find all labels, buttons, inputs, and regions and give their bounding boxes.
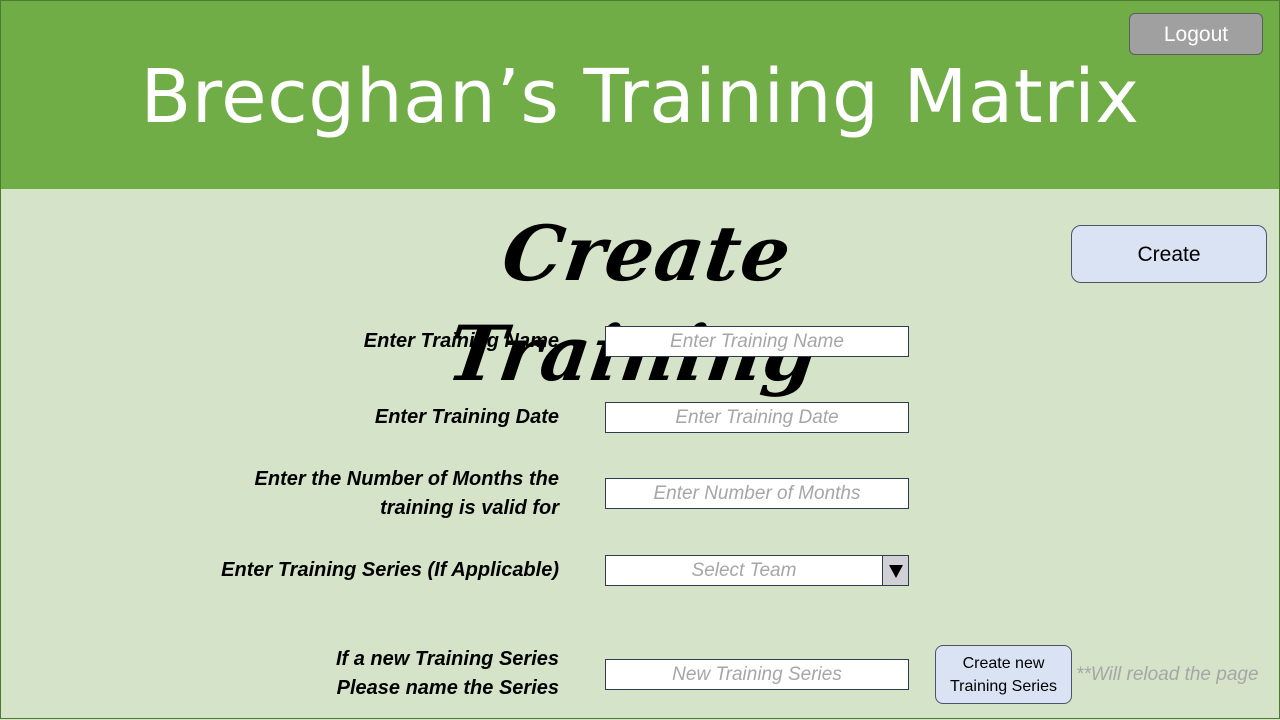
training-series-selected: Select Team: [691, 560, 797, 581]
app-title: Brecghan’s Training Matrix: [140, 54, 1140, 140]
page-title: Create Training: [442, 209, 824, 398]
training-date-label: Enter Training Date: [374, 406, 559, 428]
create-new-series-button[interactable]: Create new Training Series: [935, 645, 1072, 704]
create-new-series-button-line1: Create new: [962, 655, 1045, 672]
training-name-label: Enter Training Name: [363, 330, 559, 352]
dropdown-arrow-button[interactable]: [882, 556, 908, 585]
new-series-label: If a new Training Series Please name the…: [150, 645, 559, 703]
training-date-input[interactable]: [605, 402, 909, 433]
training-series-label: Enter Training Series (If Applicable): [221, 559, 559, 581]
months-valid-label-line1: Enter the Number of Months the: [254, 468, 559, 490]
triangle-down-icon: [888, 564, 903, 578]
training-name-input[interactable]: [605, 326, 909, 357]
new-series-input[interactable]: [605, 659, 909, 690]
reload-note: **Will reload the page: [1076, 664, 1259, 685]
training-series-select[interactable]: Select Team: [605, 555, 909, 586]
new-series-label-line1: If a new Training Series: [335, 648, 559, 670]
create-new-series-button-line2: Training Series: [949, 678, 1057, 695]
logout-button[interactable]: Logout: [1129, 13, 1263, 55]
new-series-label-line2: Please name the Series: [336, 677, 559, 699]
months-valid-label: Enter the Number of Months the training …: [150, 465, 559, 523]
app-header: Brecghan’s Training Matrix: [0, 0, 1280, 190]
create-button[interactable]: Create: [1071, 225, 1267, 283]
months-valid-input[interactable]: [605, 478, 909, 509]
months-valid-label-line2: training is valid for: [380, 497, 559, 519]
